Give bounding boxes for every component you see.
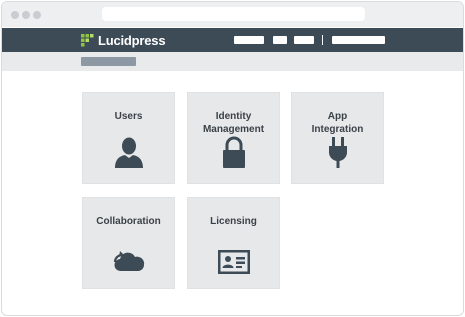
plug-icon [328,137,347,168]
nav-divider [322,35,323,45]
nav-link-4[interactable] [332,36,385,44]
browser-window: Lucidpress Users Identity Management App… [1,1,464,316]
tile-app-integration[interactable]: App Integration [291,92,384,184]
tile-collaboration[interactable]: Collaboration [82,197,175,289]
id-card-icon [217,250,250,274]
lucidpress-logo-icon [81,33,94,46]
tile-label: Users [114,111,143,122]
window-close-dot[interactable] [11,11,19,19]
nav-link-3[interactable] [294,36,314,44]
tile-label: Licensing [210,216,257,227]
lock-icon [222,136,245,168]
cloud-sync-icon [113,251,144,272]
browser-chrome [2,2,463,27]
tile-users[interactable]: Users [82,92,175,184]
top-nav: Lucidpress [2,28,463,52]
tile-label: App Integration [311,111,364,135]
window-maximize-dot[interactable] [33,11,41,19]
tile-identity-management[interactable]: Identity Management [187,92,280,184]
window-minimize-dot[interactable] [22,11,30,19]
brand-logo[interactable]: Lucidpress [81,32,166,48]
breadcrumb[interactable] [81,57,136,66]
nav-link-1[interactable] [234,36,264,44]
tile-label: Collaboration [96,216,161,227]
nav-link-2[interactable] [273,36,287,44]
brand-name: Lucidpress [98,32,166,48]
sub-header [2,52,463,71]
address-bar[interactable] [102,7,365,21]
tile-label: Identity Management [202,111,265,135]
tile-licensing[interactable]: Licensing [187,197,280,289]
user-icon [114,137,143,168]
